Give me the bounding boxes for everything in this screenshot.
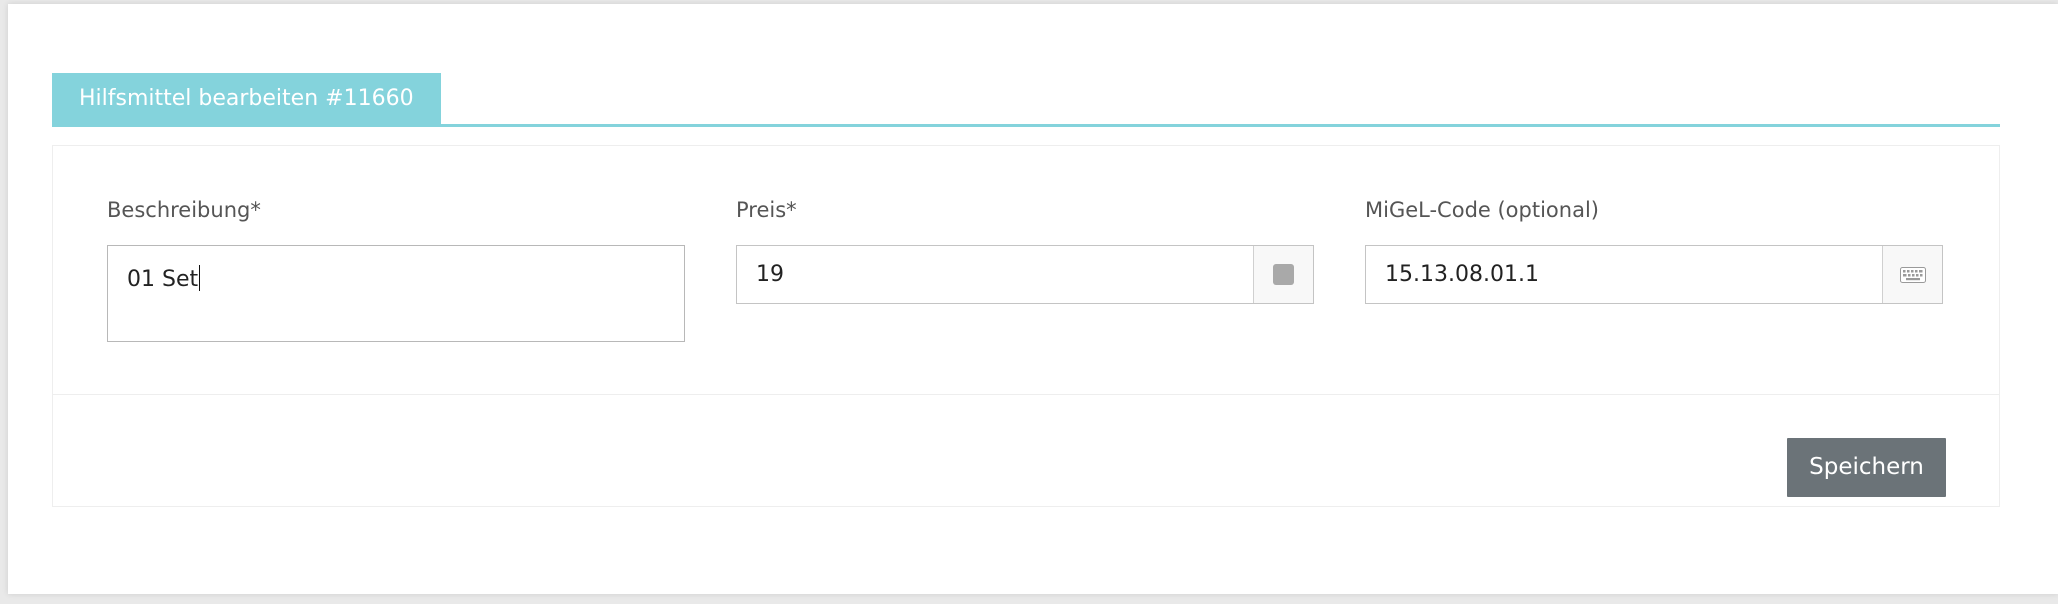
price-addon-button[interactable] bbox=[1253, 246, 1313, 303]
keyboard-icon bbox=[1899, 266, 1926, 283]
panel-title-tab: Hilfsmittel bearbeiten #11660 bbox=[52, 73, 441, 124]
price-label: Preis* bbox=[736, 198, 797, 222]
description-field-group: Beschreibung* 01 Set bbox=[107, 195, 685, 342]
description-value: 01 Set bbox=[127, 267, 199, 292]
description-label: Beschreibung* bbox=[107, 198, 261, 222]
migel-keyboard-button[interactable] bbox=[1882, 246, 1942, 303]
migel-input-group: 15.13.08.01.1 bbox=[1365, 245, 1943, 304]
form-fields-row: Beschreibung* 01 Set Preis* 19 MiGeL-Cod… bbox=[53, 146, 1999, 394]
price-input[interactable]: 19 bbox=[737, 246, 1253, 303]
price-input-group: 19 bbox=[736, 245, 1314, 304]
description-textarea[interactable]: 01 Set bbox=[107, 245, 685, 342]
edit-form-panel: Beschreibung* 01 Set Preis* 19 MiGeL-Cod… bbox=[52, 145, 2000, 507]
square-icon bbox=[1273, 264, 1294, 285]
panel-header: Hilfsmittel bearbeiten #11660 bbox=[52, 69, 2000, 127]
migel-label: MiGeL-Code (optional) bbox=[1365, 198, 1599, 222]
migel-field-group: MiGeL-Code (optional) 15.13.08.01.1 bbox=[1365, 195, 1943, 304]
save-button[interactable]: Speichern bbox=[1787, 438, 1946, 497]
text-caret bbox=[199, 265, 201, 291]
migel-input[interactable]: 15.13.08.01.1 bbox=[1366, 246, 1882, 303]
footer-divider bbox=[53, 394, 1999, 395]
price-field-group: Preis* 19 bbox=[736, 195, 1314, 304]
